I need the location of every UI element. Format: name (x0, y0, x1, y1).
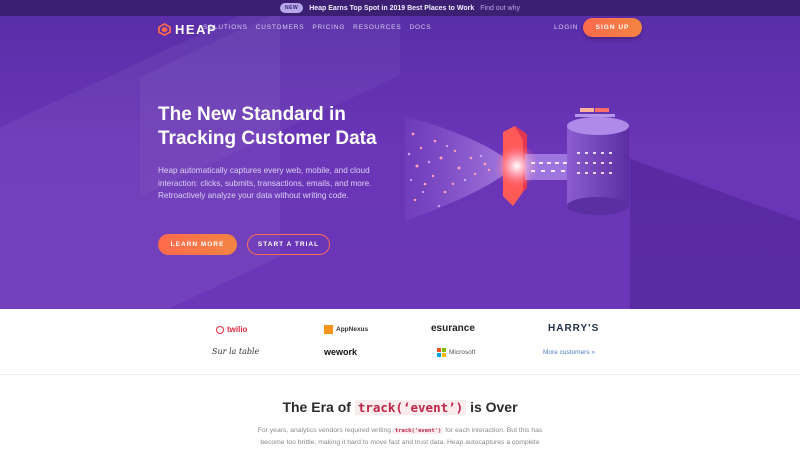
learn-more-button[interactable]: LEARN MORE (158, 234, 237, 255)
era-section-body: For years, analytics vendors required wr… (248, 425, 552, 448)
wework-logo: wework (324, 347, 358, 357)
era-body-prefix: For years, analytics vendors required wr… (257, 427, 392, 434)
twilio-icon (216, 325, 224, 334)
twilio-logo: twilio (216, 325, 247, 334)
microsoft-label: Microsoft (449, 349, 476, 356)
esurance-logo: esurance (431, 323, 475, 334)
era-section-title: The Era of track(‘event’) is Over (0, 399, 800, 415)
hero-section: The New Standard in Tracking Customer Da… (0, 16, 800, 309)
nav-links: SOLUTIONS CUSTOMERS PRICING RESOURCES DO… (203, 24, 431, 31)
hero-description: Heap automatically captures every web, m… (158, 166, 372, 200)
appnexus-label: AppNexus (336, 326, 369, 333)
background-shape (630, 158, 800, 309)
nav-docs[interactable]: DOCS (409, 24, 431, 31)
funnel-shape (405, 116, 505, 221)
customer-logos: twilio AppNexus esurance HARRY'S Sur la … (0, 309, 800, 375)
announcement-message[interactable]: Heap Earns Top Spot in 2019 Best Places … (309, 5, 474, 12)
headline-line: The New Standard in (158, 104, 346, 125)
harrys-logo: HARRY'S (548, 323, 600, 334)
nav-pricing[interactable]: PRICING (312, 24, 345, 31)
nav-customers[interactable]: CUSTOMERS (256, 24, 305, 31)
new-badge: NEW (280, 3, 304, 13)
era-body-code: track('event') (392, 428, 444, 434)
data-capture-illustration (405, 108, 629, 221)
appnexus-logo: AppNexus (324, 325, 368, 334)
start-trial-button[interactable]: START A TRIAL (247, 234, 330, 255)
more-customers-link[interactable]: More customers » (543, 349, 595, 356)
announcement-bar[interactable]: NEW Heap Earns Top Spot in 2019 Best Pla… (0, 0, 800, 16)
announcement-link[interactable]: Find out why (480, 5, 520, 12)
era-title-prefix: The Era of (282, 399, 351, 415)
login-link[interactable]: LOGIN (554, 24, 578, 31)
background-shape (0, 16, 280, 309)
microsoft-icon (437, 348, 446, 357)
headline-line: Tracking Customer Data (158, 128, 377, 149)
nav-solutions[interactable]: SOLUTIONS (203, 24, 248, 31)
database-cylinder (567, 126, 629, 206)
appnexus-icon (324, 325, 333, 334)
hero-headline: The New Standard in Tracking Customer Da… (158, 103, 418, 151)
heap-logo-icon (158, 23, 171, 36)
twilio-label: twilio (227, 325, 248, 334)
nav-resources[interactable]: RESOURCES (353, 24, 401, 31)
sur-la-table-logo: Sur la table (212, 347, 260, 356)
era-title-suffix: is Over (470, 399, 518, 415)
top-navigation: HEAP SOLUTIONS CUSTOMERS PRICING RESOURC… (0, 16, 800, 42)
era-title-code: track(‘event’) (354, 400, 467, 415)
microsoft-logo: Microsoft (437, 348, 475, 357)
signup-button[interactable]: SIGN UP (583, 18, 642, 37)
